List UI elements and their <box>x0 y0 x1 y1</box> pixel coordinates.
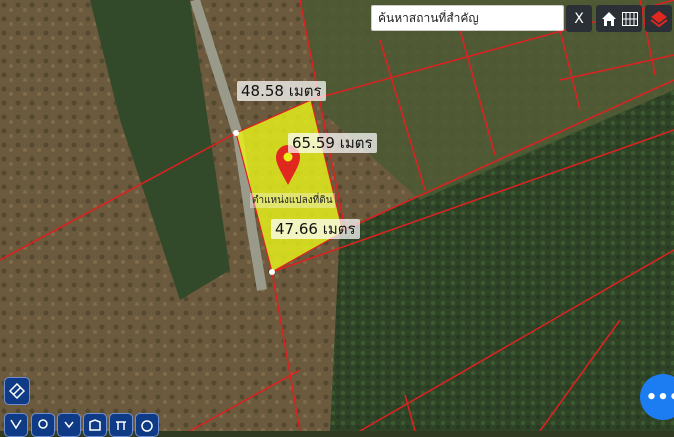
satellite-map[interactable] <box>0 0 674 431</box>
draw-icon <box>9 383 25 399</box>
grid-button[interactable] <box>618 5 642 32</box>
measure-tool-button[interactable] <box>4 413 28 437</box>
bottom-length-label: 47.66 เมตร <box>271 219 360 239</box>
clear-search-button[interactable]: X <box>566 5 592 32</box>
line-tool-button[interactable] <box>109 413 133 437</box>
top-length-label: 48.58 เมตร <box>237 81 326 101</box>
grid-icon <box>622 11 638 26</box>
expand-tool-button[interactable] <box>57 413 81 437</box>
plot-vertex <box>233 130 239 136</box>
plot-name-label: ตำแหน่งแปลงที่ดิน <box>250 193 335 208</box>
draw-tool-button[interactable] <box>4 377 30 405</box>
circle-icon <box>141 420 153 432</box>
pin-icon <box>38 419 48 429</box>
search-input[interactable] <box>376 10 563 26</box>
area-tool-button[interactable] <box>83 413 107 437</box>
home-icon <box>602 11 616 26</box>
right-length-label: 65.59 เมตร <box>288 133 377 153</box>
search-bar[interactable] <box>371 5 564 31</box>
chevron-down-icon <box>64 421 74 429</box>
line-icon <box>116 421 126 430</box>
layers-icon <box>649 10 668 27</box>
pin-tool-button[interactable] <box>31 413 55 437</box>
plot-vertex <box>269 269 275 275</box>
layers-button[interactable] <box>645 5 672 32</box>
measure-icon <box>10 419 22 430</box>
area-icon <box>89 419 101 431</box>
circle-tool-button[interactable] <box>135 413 159 437</box>
